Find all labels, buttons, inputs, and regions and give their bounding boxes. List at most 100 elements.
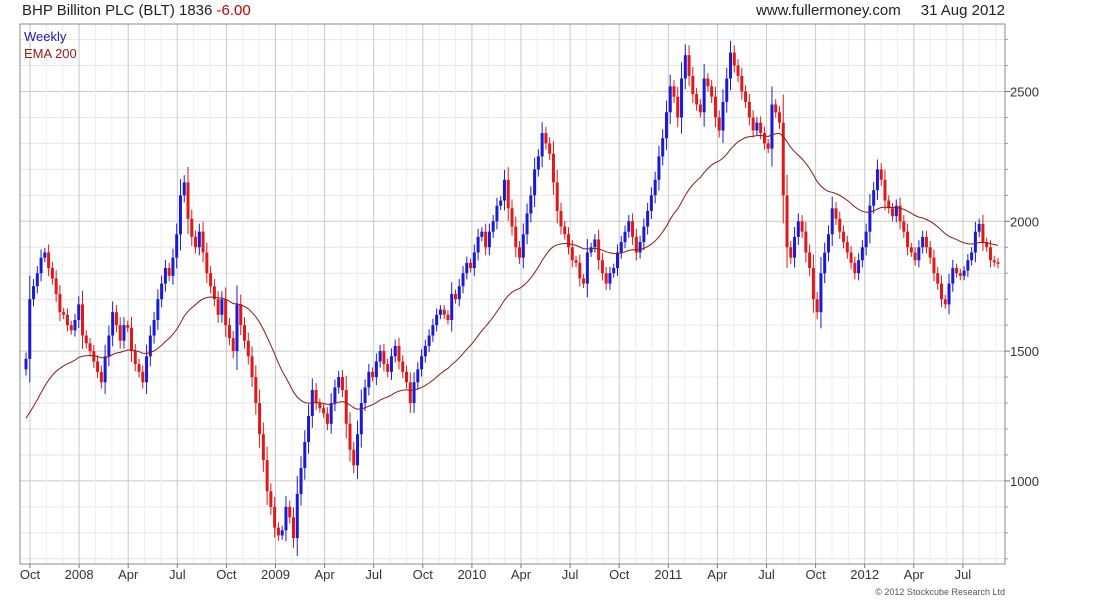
candle-body [435, 314, 439, 326]
x-tick-label: Oct [413, 567, 434, 582]
candle-body [608, 273, 612, 284]
candle-body [842, 231, 846, 243]
candle-body [631, 221, 635, 237]
candle-body [423, 345, 427, 357]
candle-body [114, 312, 118, 326]
candle-body [710, 86, 714, 97]
candle-body [156, 299, 160, 320]
candle-body [43, 252, 47, 258]
candle-body [883, 179, 887, 201]
candle-body [427, 335, 431, 346]
candle-body [642, 226, 646, 243]
candle-body [182, 182, 186, 196]
candle-body [502, 179, 506, 201]
candle-body [329, 403, 333, 424]
candle-body [28, 299, 32, 359]
candles [24, 40, 1000, 557]
candle-body [921, 236, 925, 248]
candle-body [996, 262, 1000, 264]
candle-body [325, 413, 329, 424]
candle-body [717, 117, 721, 131]
candle-body [446, 314, 450, 320]
candle-body [178, 195, 182, 235]
candle-body [525, 213, 529, 235]
candle-body [276, 527, 280, 536]
candle-body [491, 221, 495, 232]
candle-body [906, 231, 910, 248]
candle-body [785, 195, 789, 248]
x-tick-label: 2011 [654, 567, 682, 582]
candle-body [73, 319, 77, 331]
x-tick-label: Oct [609, 567, 630, 582]
x-tick-label: Jul [562, 567, 579, 582]
candle-body [220, 299, 224, 315]
candle-body [107, 335, 111, 357]
candle-body [981, 223, 985, 243]
candle-body [943, 299, 947, 305]
candle-body [668, 86, 672, 113]
candle-body [913, 252, 917, 261]
candle-body [62, 312, 66, 315]
candle-body [774, 104, 778, 113]
candle-body [653, 179, 657, 196]
candle-body [676, 96, 680, 118]
legend-ema: EMA 200 [24, 46, 77, 61]
candle-body [902, 221, 906, 232]
y-tick-label: 2500 [1010, 85, 1039, 100]
candle-body [815, 299, 819, 313]
candle-body [111, 312, 115, 336]
candle-body [834, 208, 838, 219]
candle-body [529, 195, 533, 214]
candle-body [521, 234, 525, 258]
candle-body [231, 338, 235, 352]
candle-body [186, 182, 190, 219]
candle-body [118, 325, 122, 341]
candle-body [830, 208, 834, 235]
candle-body [295, 493, 299, 539]
candle-body [664, 112, 668, 139]
candle-body [160, 283, 164, 300]
x-tick-label: Oct [805, 567, 826, 582]
x-tick-label: Oct [216, 567, 237, 582]
y-tick-label: 2000 [1010, 214, 1039, 229]
candle-body [725, 78, 729, 102]
candle-body [288, 506, 292, 518]
candle-body [197, 231, 201, 248]
candle-body [438, 309, 442, 315]
x-tick-label: 2009 [261, 567, 290, 582]
x-tick-label: Jul [365, 567, 382, 582]
candle-body [932, 257, 936, 274]
candle-body [303, 441, 307, 468]
candle-body [721, 101, 725, 131]
candle-body [122, 325, 126, 341]
candle-body [141, 371, 145, 383]
candle-body [469, 262, 473, 269]
candle-body [378, 351, 382, 362]
candle-body [695, 94, 699, 105]
candle-body [936, 273, 940, 284]
candle-body [845, 242, 849, 253]
candle-body [291, 517, 295, 539]
candle-body [194, 236, 198, 248]
candle-body [589, 247, 593, 253]
candle-body [344, 390, 348, 424]
candle-body [992, 260, 996, 263]
candle-body [593, 239, 597, 248]
x-tick-label: 2012 [850, 567, 879, 582]
candle-body [265, 460, 269, 492]
candle-body [337, 377, 341, 388]
candle-body [484, 231, 488, 248]
y-axis: 1000 1500 2000 2500 [1005, 39, 1039, 560]
candle-body [152, 319, 156, 336]
candle-body [273, 506, 277, 528]
candle-body [540, 133, 544, 157]
candle-body [762, 133, 766, 144]
candle-body [374, 361, 378, 378]
candle-body [465, 262, 469, 274]
candle-body [860, 247, 864, 261]
candle-body [672, 86, 676, 97]
candle-body [649, 195, 653, 211]
candle-body [555, 182, 559, 211]
candle-body [804, 231, 808, 253]
candle-body [661, 138, 665, 157]
